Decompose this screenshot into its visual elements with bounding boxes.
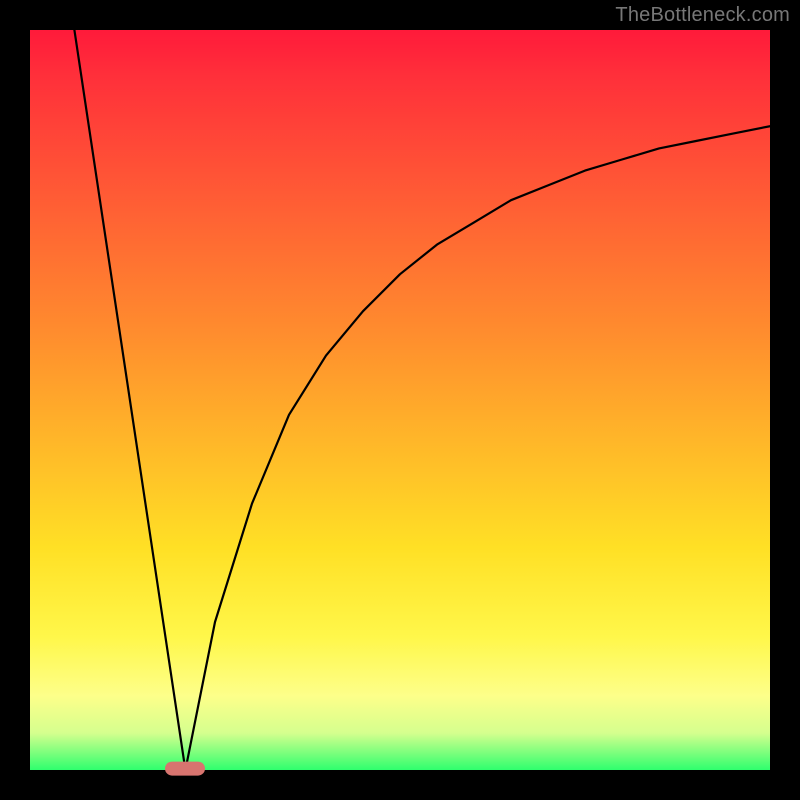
plot-area [30, 30, 770, 770]
optimum-marker [165, 762, 205, 776]
watermark-text: TheBottleneck.com [615, 4, 790, 27]
bottleneck-curve [74, 30, 770, 770]
chart-frame: TheBottleneck.com [0, 0, 800, 800]
curve-svg [30, 30, 770, 770]
